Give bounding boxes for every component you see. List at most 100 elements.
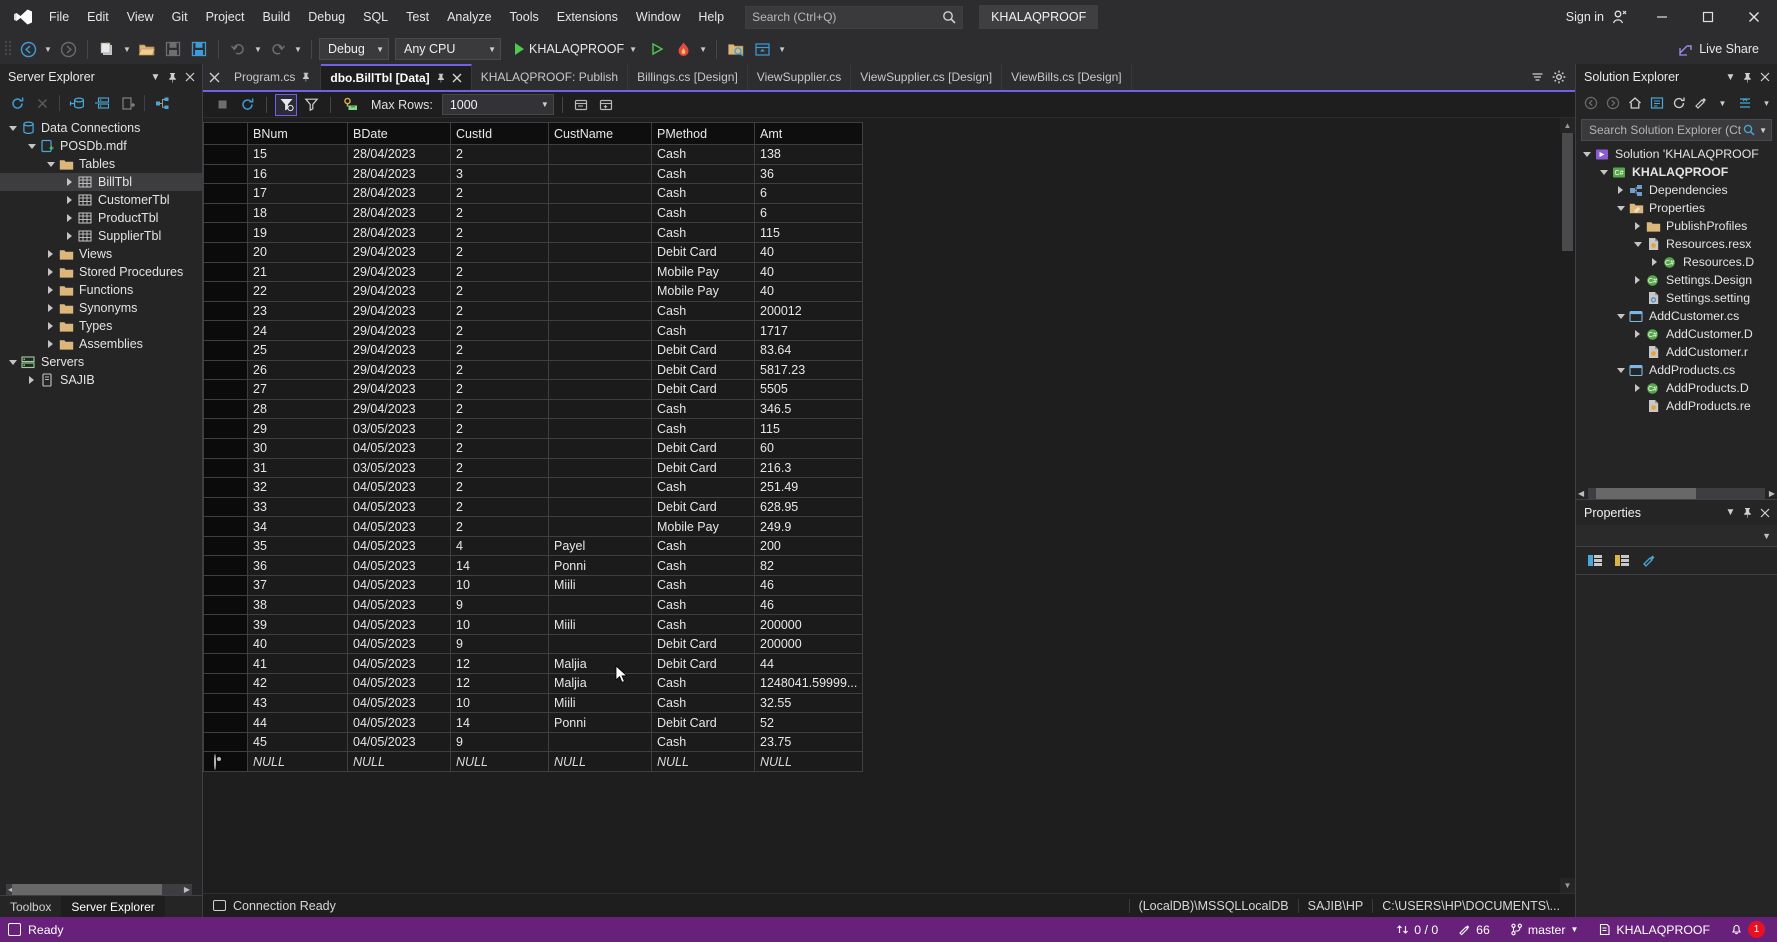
- row-selector-cell[interactable]: [203, 614, 248, 635]
- expander-collapsed-icon[interactable]: [1614, 181, 1627, 199]
- properties-events-icon[interactable]: [1638, 550, 1660, 572]
- se-hscroll-track[interactable]: [1588, 487, 1765, 499]
- server-explorer-tree[interactable]: Data Connections POSDb.mdf Tables BillTbl Cu…: [0, 116, 202, 871]
- table-cell[interactable]: Debit Card: [651, 379, 755, 400]
- table-cell[interactable]: [548, 241, 652, 263]
- column-header-amt[interactable]: Amt: [753, 122, 864, 145]
- menu-file[interactable]: File: [40, 0, 78, 34]
- table-cell[interactable]: [548, 594, 652, 616]
- solution-tree-item[interactable]: Resources.resx: [1576, 235, 1777, 253]
- table-cell[interactable]: 3: [450, 163, 549, 185]
- table-cell[interactable]: 6: [753, 183, 864, 204]
- pin-tab-icon[interactable]: [436, 73, 446, 84]
- new-row[interactable]: NULL NULL NULL NULL NULL NULL: [203, 751, 864, 772]
- stop-query-icon[interactable]: [211, 94, 233, 116]
- script-query-icon[interactable]: [339, 94, 361, 116]
- table-row[interactable]: 17 28/04/2023 2 Cash 6: [203, 183, 864, 204]
- navigate-backward-dropdown-icon[interactable]: ▼: [42, 37, 54, 61]
- row-selector-cell[interactable]: [203, 457, 248, 479]
- table-cell[interactable]: 32: [247, 477, 348, 498]
- expander-collapsed-icon[interactable]: [63, 191, 76, 209]
- table-cell[interactable]: 2: [450, 300, 549, 322]
- maximize-button[interactable]: [1685, 0, 1731, 34]
- table-cell[interactable]: [548, 496, 652, 518]
- table-cell[interactable]: 23: [247, 300, 348, 322]
- table-cell[interactable]: 1717: [753, 320, 864, 341]
- redo-icon[interactable]: [266, 37, 290, 61]
- solution-tree-item[interactable]: C# AddCustomer.D: [1576, 325, 1777, 343]
- solution-explorer-tree[interactable]: Solution 'KHALAQPROOF C# KHALAQPROOF Depend…: [1576, 145, 1777, 487]
- table-cell[interactable]: [548, 418, 652, 439]
- menu-extensions[interactable]: Extensions: [548, 0, 627, 34]
- se-sync-icon[interactable]: [1668, 92, 1689, 114]
- table-cell[interactable]: 628.95: [753, 496, 864, 518]
- column-header-custname[interactable]: CustName: [548, 122, 652, 145]
- table-cell[interactable]: 40: [247, 633, 348, 655]
- table-cell[interactable]: 2: [450, 457, 549, 479]
- table-cell[interactable]: 20: [247, 241, 348, 263]
- start-without-debugging-icon[interactable]: [645, 37, 669, 61]
- show-filter-icon[interactable]: [275, 93, 297, 116]
- menu-edit[interactable]: Edit: [78, 0, 118, 34]
- table-cell[interactable]: 83.64: [753, 339, 864, 361]
- table-cell[interactable]: 2: [450, 437, 549, 459]
- table-cell[interactable]: 2: [450, 379, 549, 400]
- table-cell[interactable]: Cash: [651, 555, 755, 577]
- table-cell[interactable]: 41: [247, 653, 348, 675]
- stop-icon[interactable]: [31, 92, 53, 114]
- server-tree-item[interactable]: CustomerTbl: [0, 191, 202, 209]
- clear-filter-icon[interactable]: [300, 94, 322, 116]
- table-cell[interactable]: 29/04/2023: [347, 241, 451, 263]
- table-cell[interactable]: 29: [247, 418, 348, 439]
- table-cell[interactable]: 1248041.59999...: [753, 673, 864, 694]
- table-cell[interactable]: 44: [753, 653, 864, 675]
- table-cell[interactable]: 200: [753, 535, 864, 557]
- server-tree-item[interactable]: Types: [0, 317, 202, 335]
- solution-tree-item[interactable]: Dependencies: [1576, 181, 1777, 199]
- table-cell[interactable]: 4: [450, 535, 549, 557]
- table-cell[interactable]: 43: [247, 692, 348, 714]
- expander-collapsed-icon[interactable]: [1631, 271, 1644, 289]
- table-cell[interactable]: [548, 633, 652, 655]
- properties-grid[interactable]: [1576, 575, 1777, 917]
- se-hscroll-thumb[interactable]: [1596, 487, 1697, 499]
- table-cell[interactable]: 44: [247, 712, 348, 733]
- table-cell[interactable]: Debit Card: [651, 437, 755, 459]
- table-row[interactable]: 41 04/05/2023 12 Maljia Debit Card 44: [203, 653, 864, 675]
- document-tab[interactable]: Program.cs: [225, 64, 322, 90]
- expander-collapsed-icon[interactable]: [44, 299, 57, 317]
- server-tree-item[interactable]: Functions: [0, 281, 202, 299]
- table-cell[interactable]: 200000: [753, 614, 864, 635]
- grid-vertical-scrollbar[interactable]: ▲ ▼: [1560, 118, 1575, 893]
- table-cell[interactable]: 346.5: [753, 398, 864, 420]
- table-cell[interactable]: 21: [247, 261, 348, 283]
- row-selector-cell[interactable]: [203, 261, 248, 283]
- expander-expanded-icon[interactable]: [25, 137, 38, 155]
- table-cell[interactable]: 03/05/2023: [347, 418, 451, 439]
- table-cell[interactable]: Debit Card: [651, 359, 755, 381]
- scroll-down-icon[interactable]: ▼: [1560, 878, 1575, 893]
- table-cell[interactable]: 04/05/2023: [347, 712, 451, 733]
- pin-icon[interactable]: [164, 67, 181, 87]
- table-cell[interactable]: 30: [247, 437, 348, 459]
- expander-expanded-icon[interactable]: [1614, 307, 1627, 325]
- table-row[interactable]: 31 03/05/2023 2 Debit Card 216.3: [203, 457, 864, 479]
- git-branch[interactable]: master ▼: [1500, 917, 1589, 942]
- solution-tree-item[interactable]: AddProducts.cs: [1576, 361, 1777, 379]
- table-cell[interactable]: Cash: [651, 202, 755, 224]
- expander-expanded-icon[interactable]: [1597, 163, 1610, 181]
- scrollbar-thumb[interactable]: [12, 884, 162, 895]
- table-row[interactable]: 15 28/04/2023 2 Cash 138: [203, 144, 864, 165]
- table-row[interactable]: 33 04/05/2023 2 Debit Card 628.95: [203, 496, 864, 518]
- minimize-button[interactable]: [1639, 0, 1685, 34]
- menu-analyze[interactable]: Analyze: [438, 0, 500, 34]
- tab-toolbox[interactable]: Toolbox: [0, 896, 61, 917]
- menu-window[interactable]: Window: [627, 0, 689, 34]
- table-cell[interactable]: Cash: [651, 398, 755, 420]
- preview-changes-icon[interactable]: [750, 37, 774, 61]
- table-cell[interactable]: Cash: [651, 418, 755, 439]
- table-cell[interactable]: 2: [450, 418, 549, 439]
- table-cell[interactable]: Ponni: [548, 712, 652, 733]
- table-cell[interactable]: Cash: [651, 535, 755, 557]
- table-cell[interactable]: 9: [450, 731, 549, 753]
